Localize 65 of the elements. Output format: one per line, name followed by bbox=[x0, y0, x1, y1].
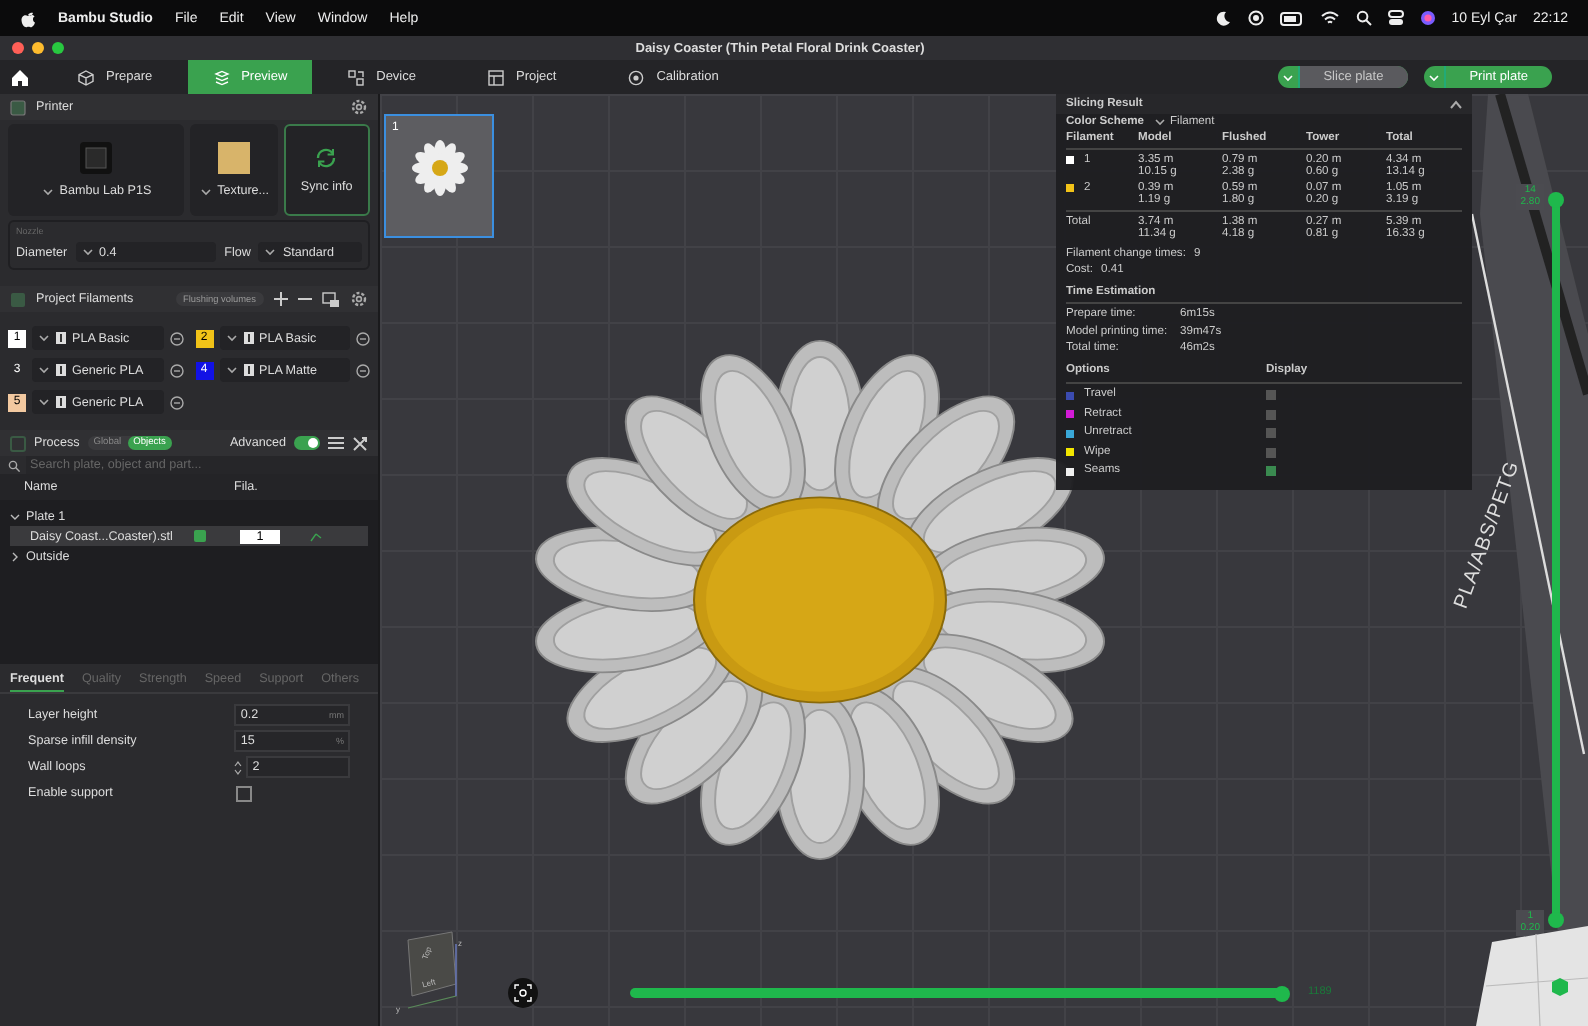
record-icon[interactable] bbox=[1247, 10, 1264, 26]
close-button[interactable] bbox=[12, 42, 24, 54]
remove-icon[interactable] bbox=[298, 292, 312, 306]
home-icon[interactable] bbox=[10, 67, 30, 87]
caret-icon[interactable] bbox=[1427, 71, 1440, 83]
spool-icon bbox=[56, 332, 66, 344]
slider-handle[interactable] bbox=[1548, 912, 1564, 928]
display-checkbox[interactable] bbox=[1266, 428, 1276, 439]
control-center-icon[interactable] bbox=[1387, 10, 1404, 26]
caret-icon bbox=[225, 332, 237, 344]
display-checkbox[interactable] bbox=[1266, 447, 1276, 458]
caret-icon bbox=[38, 332, 50, 344]
caret-icon bbox=[264, 246, 277, 258]
target-icon bbox=[628, 69, 645, 85]
caret-icon bbox=[1153, 116, 1166, 128]
search-icon[interactable] bbox=[1355, 10, 1372, 26]
search-icon bbox=[8, 459, 20, 471]
slider-handle[interactable] bbox=[1548, 192, 1564, 208]
sync-filament-icon[interactable] bbox=[322, 291, 340, 307]
slider-handle[interactable] bbox=[1273, 985, 1290, 1001]
project-icon bbox=[488, 69, 504, 85]
caret-icon bbox=[81, 246, 94, 258]
caret-icon bbox=[199, 185, 212, 197]
spool-icon bbox=[243, 364, 253, 376]
caret-icon bbox=[225, 364, 237, 376]
caret-icon bbox=[38, 364, 50, 376]
plate-corner-drawing bbox=[1476, 926, 1588, 1026]
wifi-icon[interactable] bbox=[1319, 10, 1340, 26]
add-icon[interactable] bbox=[274, 292, 288, 306]
caret-icon bbox=[41, 185, 54, 197]
tools-icon[interactable] bbox=[352, 435, 368, 451]
layers-icon bbox=[213, 69, 230, 85]
fit-view-button[interactable] bbox=[508, 978, 538, 1008]
settings-icon[interactable] bbox=[350, 290, 368, 308]
apple-logo-icon bbox=[20, 9, 36, 27]
display-checkbox[interactable] bbox=[1266, 390, 1276, 401]
display-checkbox[interactable] bbox=[1266, 409, 1276, 420]
display-checkbox[interactable] bbox=[1266, 466, 1276, 477]
edit-icon[interactable] bbox=[310, 531, 322, 541]
spool-icon bbox=[56, 364, 66, 376]
minus-circle-icon[interactable] bbox=[169, 331, 183, 345]
cube-icon bbox=[78, 69, 94, 85]
collapse-icon[interactable] bbox=[1450, 99, 1462, 109]
sync-icon bbox=[314, 146, 339, 170]
caret-icon bbox=[38, 396, 50, 408]
spinner-icon[interactable] bbox=[234, 759, 243, 775]
battery-icon[interactable] bbox=[1279, 11, 1304, 25]
minus-circle-icon[interactable] bbox=[356, 363, 370, 377]
setting-checkbox[interactable] bbox=[236, 785, 252, 801]
list-icon[interactable] bbox=[328, 436, 344, 450]
advanced-toggle[interactable] bbox=[294, 436, 320, 450]
spool-icon bbox=[243, 332, 253, 344]
visibility-checkbox[interactable] bbox=[194, 530, 206, 542]
minimize-button[interactable] bbox=[32, 42, 44, 54]
fit-view-icon bbox=[514, 984, 532, 1002]
device-icon bbox=[348, 69, 365, 85]
minus-circle-icon[interactable] bbox=[169, 363, 183, 377]
minus-circle-icon[interactable] bbox=[356, 331, 370, 345]
moon-icon[interactable] bbox=[1215, 10, 1232, 26]
zoom-button[interactable] bbox=[52, 42, 64, 54]
plate-icon bbox=[218, 142, 251, 174]
settings-icon[interactable] bbox=[350, 98, 368, 116]
minus-circle-icon[interactable] bbox=[169, 395, 183, 409]
siri-icon[interactable] bbox=[1419, 10, 1436, 26]
spool-icon bbox=[56, 396, 66, 408]
